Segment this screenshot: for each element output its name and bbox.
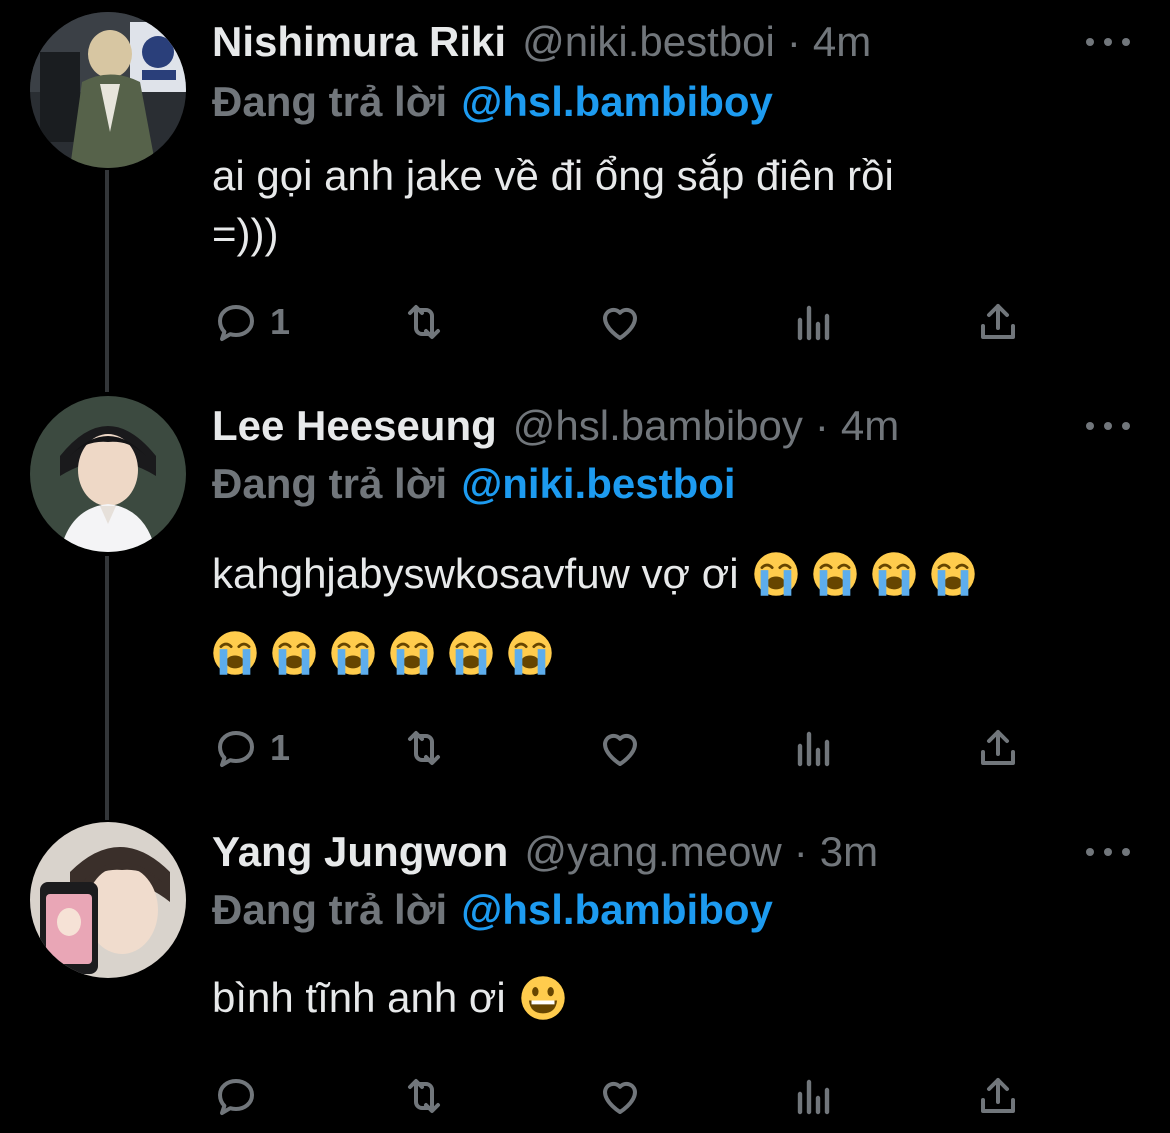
tweet-text: kahghjabyswkosavfuw vợ ơi <box>212 546 1112 602</box>
tweet-text-line: ai gọi anh jake về đi ổng sắp điên rồi <box>212 152 894 199</box>
retweet-icon <box>408 1079 440 1113</box>
thread-connector <box>105 556 109 820</box>
reply-button[interactable]: 1 <box>212 720 290 776</box>
user-handle[interactable]: @hsl.bambiboy <box>513 402 803 450</box>
user-handle[interactable]: @niki.bestboi <box>522 18 775 66</box>
heart-icon <box>603 733 637 766</box>
tweet-text-line: bình tĩnh anh ơi <box>212 974 506 1021</box>
retweet-button[interactable] <box>400 720 448 776</box>
tweet-header: Lee Heeseung @hsl.bambiboy · 4m <box>212 396 899 456</box>
loudly-crying-face-icon <box>271 630 317 676</box>
emoji-group <box>753 551 989 597</box>
timestamp[interactable]: 4m <box>841 402 899 450</box>
action-bar <box>212 1068 1042 1124</box>
share-icon <box>981 1078 1015 1113</box>
tweet-text: ai gọi anh jake về đi ổng sắp điên rồi =… <box>212 148 1112 262</box>
more-icon[interactable] <box>1086 842 1130 862</box>
loudly-crying-face-icon <box>753 551 799 597</box>
reply-icon <box>218 731 254 767</box>
loudly-crying-face-icon <box>812 551 858 597</box>
views-button[interactable] <box>790 294 838 350</box>
action-bar: 1 <box>212 720 1042 776</box>
reply-context: Đang trả lời @hsl.bambiboy <box>212 880 773 940</box>
like-button[interactable] <box>596 1068 644 1124</box>
retweet-icon <box>408 731 440 765</box>
analytics-icon <box>797 1079 830 1115</box>
heart-icon <box>603 307 637 340</box>
tweet-header: Yang Jungwon @yang.meow · 3m <box>212 822 878 882</box>
user-handle[interactable]: @yang.meow <box>524 828 781 876</box>
loudly-crying-face-icon <box>930 551 976 597</box>
tweet-text-line: kahghjabyswkosavfuw vợ ơi <box>212 550 739 597</box>
share-icon <box>981 304 1015 339</box>
display-name[interactable]: Nishimura Riki <box>212 18 506 66</box>
retweet-button[interactable] <box>400 294 448 350</box>
share-button[interactable] <box>974 720 1022 776</box>
loudly-crying-face-icon <box>448 630 494 676</box>
reply-button[interactable] <box>212 1068 270 1124</box>
reply-mention-link[interactable]: @hsl.bambiboy <box>461 886 773 934</box>
reply-icon <box>218 1079 254 1115</box>
emoji-row <box>212 630 566 676</box>
reply-mention-link[interactable]: @hsl.bambiboy <box>461 78 773 126</box>
reply-mention-link[interactable]: @niki.bestboi <box>461 460 735 508</box>
views-button[interactable] <box>790 1068 838 1124</box>
tweet-text: bình tĩnh anh ơi <box>212 970 1112 1026</box>
separator-dot: · <box>786 18 801 65</box>
loudly-crying-face-icon <box>212 630 258 676</box>
more-icon[interactable] <box>1086 32 1130 52</box>
loudly-crying-face-icon <box>330 630 376 676</box>
loudly-crying-face-icon <box>871 551 917 597</box>
reply-button[interactable]: 1 <box>212 294 290 350</box>
separator-dot: · <box>793 828 808 875</box>
reply-icon <box>218 305 254 341</box>
more-icon[interactable] <box>1086 416 1130 436</box>
like-button[interactable] <box>596 294 644 350</box>
reply-count: 1 <box>270 727 291 768</box>
heart-icon <box>603 1081 637 1114</box>
reply-prefix: Đang trả lời <box>212 886 448 933</box>
analytics-icon <box>797 731 830 767</box>
separator-dot: · <box>814 402 829 449</box>
grinning-face-icon <box>520 975 566 1021</box>
retweet-button[interactable] <box>400 1068 448 1124</box>
like-button[interactable] <box>596 720 644 776</box>
timestamp[interactable]: 3m <box>820 828 878 876</box>
avatar[interactable] <box>30 396 186 552</box>
share-icon <box>981 730 1015 765</box>
timestamp[interactable]: 4m <box>813 18 871 66</box>
share-button[interactable] <box>974 294 1022 350</box>
reply-prefix: Đang trả lời <box>212 460 448 507</box>
tweet-header: Nishimura Riki @niki.bestboi · 4m <box>212 12 871 72</box>
retweet-icon <box>408 305 440 339</box>
display-name[interactable]: Yang Jungwon <box>212 828 508 876</box>
tweet-text-line: =))) <box>212 210 279 257</box>
avatar[interactable] <box>30 12 186 168</box>
reply-prefix: Đang trả lời <box>212 78 448 125</box>
views-button[interactable] <box>790 720 838 776</box>
loudly-crying-face-icon <box>389 630 435 676</box>
reply-context: Đang trả lời @hsl.bambiboy <box>212 72 773 132</box>
action-bar: 1 <box>212 294 1042 350</box>
loudly-crying-face-icon <box>507 630 553 676</box>
display-name[interactable]: Lee Heeseung <box>212 402 497 450</box>
reply-context: Đang trả lời @niki.bestboi <box>212 454 736 514</box>
share-button[interactable] <box>974 1068 1022 1124</box>
reply-count: 1 <box>270 301 291 342</box>
analytics-icon <box>797 305 830 341</box>
thread-connector <box>105 170 109 392</box>
avatar[interactable] <box>30 822 186 978</box>
